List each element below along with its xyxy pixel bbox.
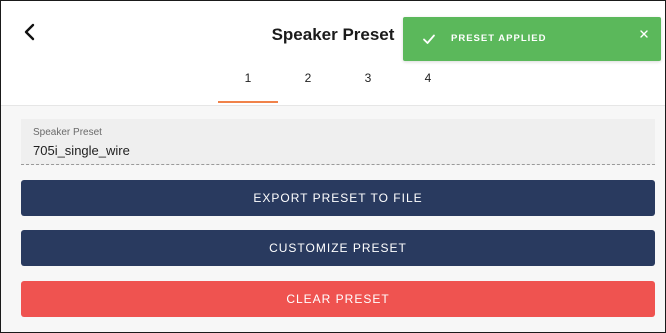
tab-4[interactable]: 4	[398, 65, 458, 105]
check-icon	[421, 31, 437, 47]
export-preset-button[interactable]: EXPORT PRESET TO FILE	[21, 180, 655, 216]
tab-3[interactable]: 3	[338, 65, 398, 105]
tab-1[interactable]: 1	[218, 65, 278, 105]
customize-preset-button[interactable]: CUSTOMIZE PRESET	[21, 230, 655, 266]
app-window: Speaker Preset 1 2 3 4 Speaker Preset 70…	[0, 0, 666, 333]
speaker-preset-value: 705i_single_wire	[33, 143, 130, 158]
step-tabs: 1 2 3 4	[1, 65, 665, 105]
close-icon[interactable]	[637, 27, 651, 41]
toast-message: PRESET APPLIED	[451, 33, 547, 44]
speaker-preset-field[interactable]: Speaker Preset 705i_single_wire	[21, 119, 655, 165]
tab-2[interactable]: 2	[278, 65, 338, 105]
speaker-preset-label: Speaker Preset	[33, 127, 102, 138]
success-toast: PRESET APPLIED	[403, 17, 661, 61]
clear-preset-button[interactable]: CLEAR PRESET	[21, 281, 655, 317]
